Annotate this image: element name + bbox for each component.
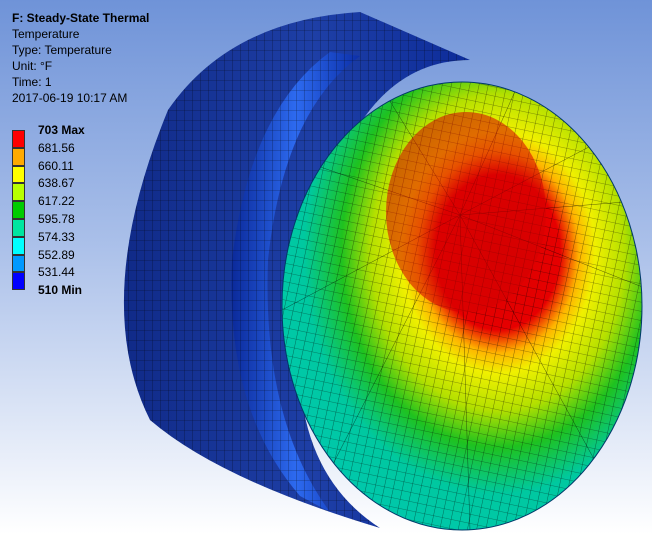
analysis-title: F: Steady-State Thermal <box>12 11 150 25</box>
result-time: Time: 1 <box>12 75 52 89</box>
legend-label: 617.22 <box>38 194 75 209</box>
legend-label: 552.89 <box>38 247 75 262</box>
legend-label: 595.78 <box>38 212 75 226</box>
result-type: Type: Temperature <box>12 43 112 57</box>
hot-spot-region <box>386 112 546 312</box>
legend-swatch <box>12 147 25 166</box>
result-name: Temperature <box>12 27 80 41</box>
legend-swatch <box>12 219 25 237</box>
legend-label: 703 Max <box>38 123 85 137</box>
legend-label: 574.33 <box>38 229 75 244</box>
legend-swatch <box>12 254 25 273</box>
legend-swatch <box>12 130 25 148</box>
legend-label: 510 Min <box>38 283 83 298</box>
legend-label: 681.56 <box>38 140 75 155</box>
result-info-panel: F: Steady-State Thermal Temperature Type… <box>12 10 149 106</box>
result-timestamp: 2017-06-19 10:17 AM <box>12 91 128 105</box>
graphics-viewport[interactable]: F: Steady-State Thermal Temperature Type… <box>0 0 652 534</box>
legend-swatch <box>12 272 25 291</box>
legend-swatch <box>12 165 25 184</box>
legend-swatch <box>12 236 25 255</box>
legend-label: 638.67 <box>38 176 75 191</box>
legend-swatch <box>12 201 25 219</box>
result-unit: Unit: °F <box>12 59 53 73</box>
legend-label: 531.44 <box>38 265 75 280</box>
legend-label: 660.11 <box>38 158 74 173</box>
legend-swatch <box>12 183 25 202</box>
